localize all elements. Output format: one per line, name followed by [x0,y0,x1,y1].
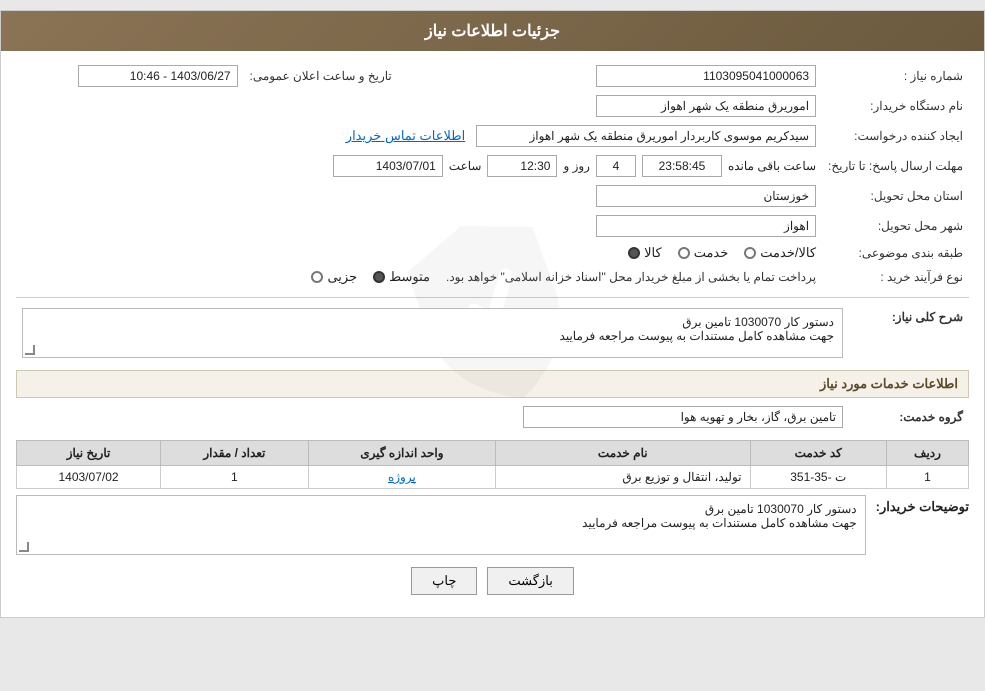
category-option-goods-service[interactable]: خدمت [678,245,729,261]
creator-label: ایجاد کننده درخواست: [822,121,969,151]
footer-buttons: بازگشت چاپ [16,567,969,595]
main-info-table: شماره نیاز : 1103095041000063 تاریخ و سا… [16,61,969,289]
need-number-value: 1103095041000063 [428,61,822,91]
col-header-code: کد خدمت [750,441,886,466]
buyer-desc-text: دستور کار 1030070 تامین برقجهت مشاهده کا… [582,502,856,530]
print-button[interactable]: چاپ [411,567,477,595]
buyer-desc-row: توضیحات خریدار: دستور کار 1030070 تامین … [16,495,969,555]
row-number: 1 [886,466,968,489]
col-header-date: تاریخ نیاز [17,441,161,466]
deadline-days-field: 4 [596,155,636,177]
row-qty: 1 [161,466,309,489]
date-value: 1403/06/27 - 10:46 [16,61,244,91]
service-group-table: گروه خدمت: تامین برق، گاز، بخار و تهویه … [16,402,969,432]
province-field: خوزستان [596,185,816,207]
row-unit: پروژه [308,466,495,489]
description-label: شرح کلی نیاز: [849,304,969,362]
buyer-desc-resize-icon [19,542,29,552]
purchase-partial-radio[interactable] [311,271,323,283]
deadline-time-label: ساعت [449,159,482,173]
purchase-note: پرداخت تمام یا بخشی از مبلغ خریدار محل "… [446,270,816,284]
category-radio-group: کالا/خدمت خدمت کالا [22,245,816,261]
org-name-field: اموریرق منطقه یک شهر اهواز [596,95,816,117]
buyer-desc-label: توضیحات خریدار: [876,495,969,515]
resize-icon [25,345,35,355]
row-code: ت -35-351 [750,466,886,489]
category-goods-radio[interactable] [628,247,640,259]
back-button[interactable]: بازگشت [487,567,573,595]
deadline-label: مهلت ارسال پاسخ: تا تاریخ: [822,151,969,181]
category-label: طبقه بندی موضوعی: [822,241,969,265]
purchase-option-medium[interactable]: متوسط [373,269,430,285]
col-header-unit: واحد اندازه گیری [308,441,495,466]
category-goods-label: کالا [644,245,662,261]
col-header-qty: تعداد / مقدار [161,441,309,466]
date-label: تاریخ و ساعت اعلان عمومی: [244,61,398,91]
need-number-field: 1103095041000063 [596,65,816,87]
row-name: تولید، انتقال و توزیع برق [496,466,750,489]
category-option-goods[interactable]: کالا [628,245,662,261]
purchase-medium-label: متوسط [389,269,430,285]
purchase-type-label: نوع فرآیند خرید : [822,265,969,289]
service-group-label: گروه خدمت: [849,402,969,432]
city-value: اهواز [428,211,822,241]
col-header-row: ردیف [886,441,968,466]
category-goods-service-label: خدمت [694,245,729,261]
description-table: شرح کلی نیاز: دستور کار 1030070 تامین بر… [16,304,969,362]
deadline-date-field: 1403/07/01 [333,155,443,177]
purchase-medium-radio[interactable] [373,271,385,283]
date-field: 1403/06/27 - 10:46 [78,65,238,87]
category-option-service[interactable]: کالا/خدمت [744,245,816,261]
category-service-radio[interactable] [744,247,756,259]
deadline-time-field: 12:30 [487,155,557,177]
table-row: 1 ت -35-351 تولید، انتقال و توزیع برق پر… [17,466,969,489]
description-text: دستور کار 1030070 تامین برقجهت مشاهده کا… [560,315,834,343]
province-label: استان محل تحویل: [822,181,969,211]
service-group-value: تامین برق، گاز، بخار و تهویه هوا [16,402,849,432]
services-section-header: اطلاعات خدمات مورد نیاز [16,370,969,398]
city-label: شهر محل تحویل: [822,211,969,241]
purchase-type-row: پرداخت تمام یا بخشی از مبلغ خریدار محل "… [22,269,816,285]
remaining-time-field: 23:58:45 [642,155,722,177]
col-header-name: نام خدمت [496,441,750,466]
buyer-desc-content: دستور کار 1030070 تامین برقجهت مشاهده کا… [16,495,866,555]
description-cell: دستور کار 1030070 تامین برقجهت مشاهده کا… [16,304,849,362]
province-value: خوزستان [428,181,822,211]
contact-link[interactable]: اطلاعات تماس خریدار [346,128,465,143]
org-name-label: نام دستگاه خریدار: [822,91,969,121]
creator-value: سیدکریم موسوی کاربردار اموریرق منطقه یک … [244,121,823,151]
row-unit-link[interactable]: پروژه [388,470,416,484]
category-service-label: کالا/خدمت [760,245,816,261]
org-name-value: اموریرق منطقه یک شهر اهواز [428,91,822,121]
creator-field: سیدکریم موسوی کاربردار اموریرق منطقه یک … [476,125,816,147]
purchase-option-partial[interactable]: جزیی [311,269,357,285]
page-header: جزئیات اطلاعات نیاز [1,11,984,51]
remaining-label: ساعت باقی مانده [728,159,816,173]
services-table: ردیف کد خدمت نام خدمت واحد اندازه گیری ت… [16,440,969,489]
category-goods-service-radio[interactable] [678,247,690,259]
separator-1 [16,297,969,298]
deadline-row: 1403/07/01 ساعت 12:30 روز و 4 23:58:45 س… [22,155,816,177]
deadline-day-label: روز و [563,159,590,173]
description-box: دستور کار 1030070 تامین برقجهت مشاهده کا… [22,308,843,358]
row-date: 1403/07/02 [17,466,161,489]
page-title: جزئیات اطلاعات نیاز [425,23,560,40]
need-number-label: شماره نیاز : [822,61,969,91]
city-field: اهواز [596,215,816,237]
service-group-field: تامین برق، گاز، بخار و تهویه هوا [523,406,843,428]
purchase-partial-label: جزیی [327,269,357,285]
